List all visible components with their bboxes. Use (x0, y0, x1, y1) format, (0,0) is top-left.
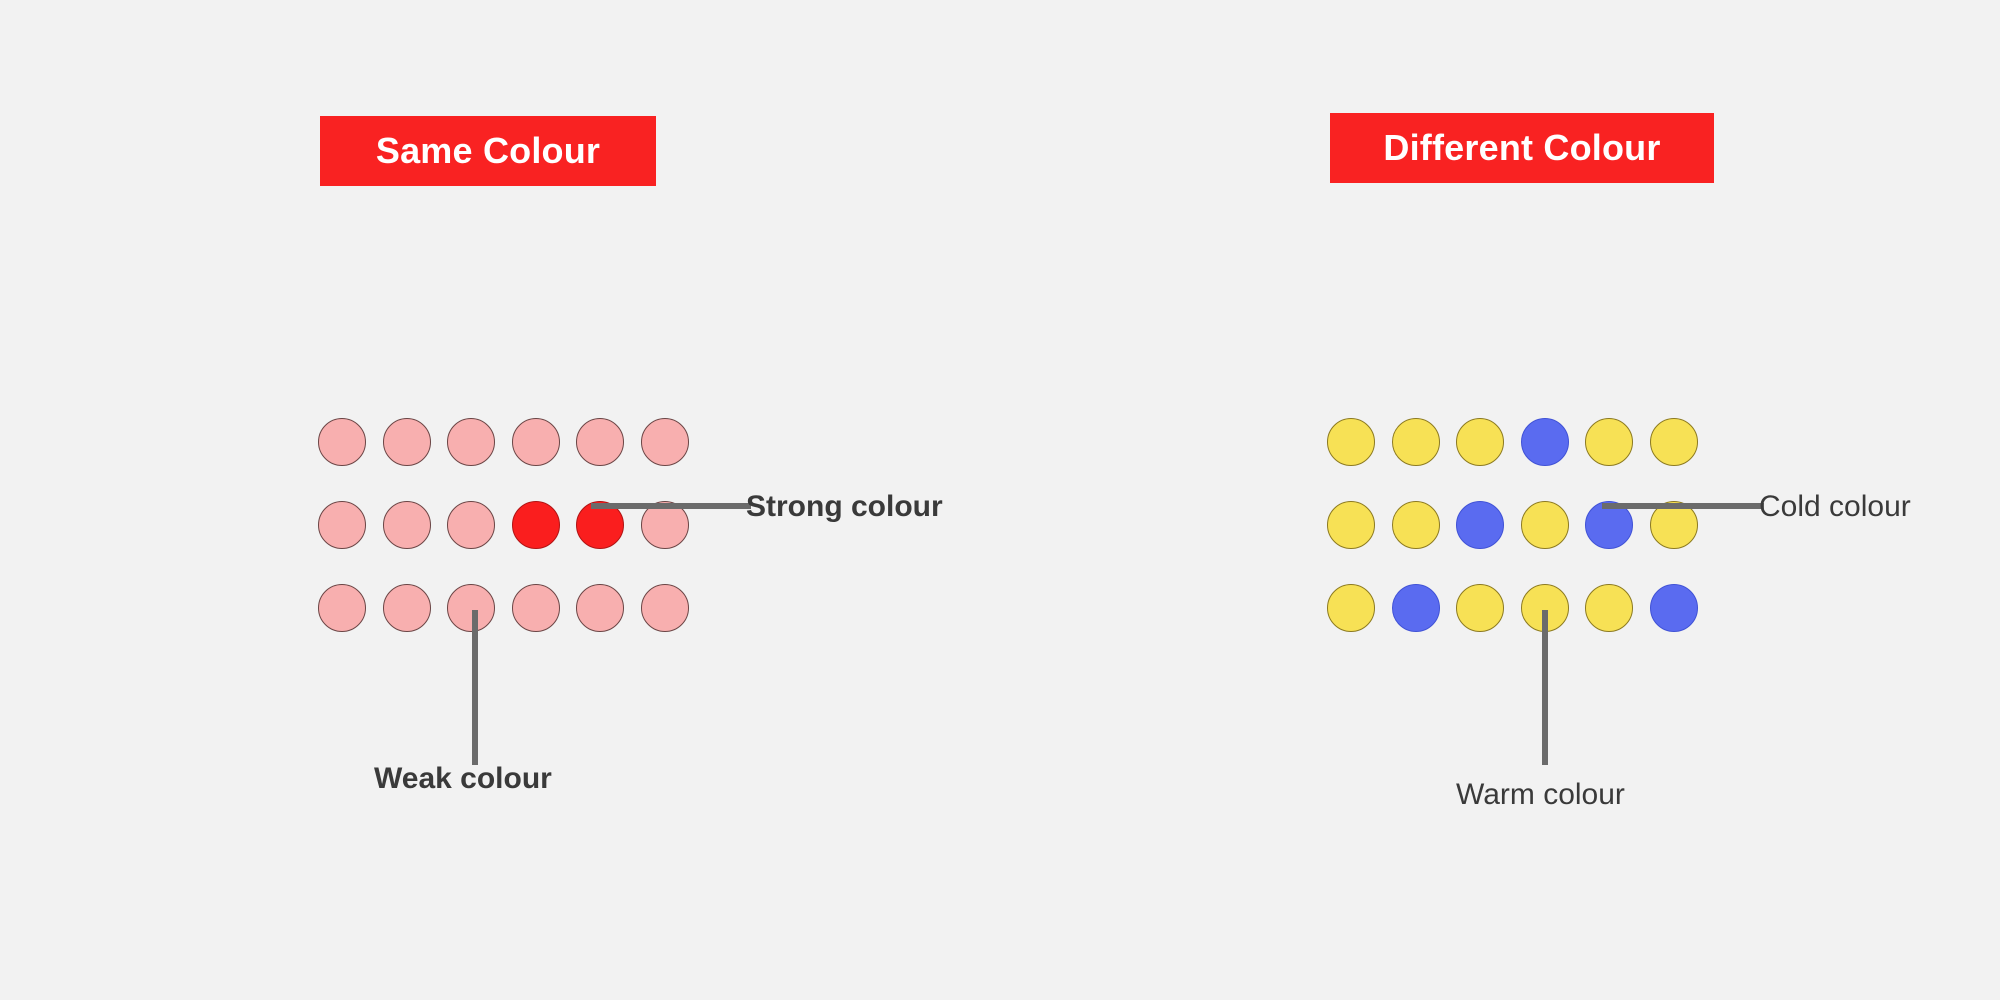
dot-weak-r1-c4 (511, 418, 560, 466)
dot-weak-r3-c1 (318, 584, 366, 632)
label-strong-colour: Strong colour (746, 490, 943, 523)
dot-cold-r3-c6 (1649, 584, 1698, 632)
leader-line-cold-colour (1602, 503, 1764, 509)
dot-warm-r1-c6 (1649, 418, 1698, 466)
label-cold-colour: Cold colour (1759, 490, 1911, 523)
dot-cell (1585, 501, 1650, 584)
dot-cell (382, 584, 448, 667)
dot-weak-r1-c6 (640, 418, 689, 466)
dot-cell (1649, 584, 1715, 667)
dot-weak-r2-c2 (382, 501, 431, 549)
dot-cell (576, 584, 641, 667)
diagram-canvas: Same Colour Strong colour Weak colour Di… (0, 0, 2000, 1000)
dot-cell (511, 501, 577, 584)
dot-cell (1327, 584, 1392, 667)
dot-weak-r1-c3 (447, 418, 495, 466)
dot-cell (511, 584, 577, 667)
dot-warm-r3-c5 (1585, 584, 1633, 632)
dot-cell (576, 418, 641, 501)
dot-warm-r1-c5 (1585, 418, 1633, 466)
dot-cold-r3-c2 (1391, 584, 1440, 632)
dot-cell (1456, 501, 1521, 584)
panel-same-colour: Same Colour Strong colour Weak colour (0, 0, 1000, 1000)
dot-warm-r2-c1 (1327, 501, 1375, 549)
dot-cell (640, 584, 706, 667)
dot-warm-r2-c2 (1391, 501, 1440, 549)
label-warm-colour: Warm colour (1456, 778, 1625, 811)
dot-cell (1520, 418, 1586, 501)
dot-warm-r2-c4 (1520, 501, 1569, 549)
dot-cell (1391, 584, 1457, 667)
dot-cell (1391, 418, 1457, 501)
dot-cell (447, 584, 512, 667)
dot-cell (511, 418, 577, 501)
leader-line-strong-colour (591, 503, 751, 509)
dot-cell (1327, 418, 1392, 501)
dot-cell (382, 418, 448, 501)
heading-same-colour: Same Colour (320, 116, 656, 186)
label-weak-colour: Weak colour (374, 762, 552, 795)
dot-cell (318, 418, 383, 501)
dot-cell (640, 418, 706, 501)
dot-cell (1649, 501, 1715, 584)
dot-cell (1391, 501, 1457, 584)
dot-cell (1520, 501, 1586, 584)
dot-cell (1327, 501, 1392, 584)
dot-grid-same-colour (318, 418, 705, 667)
dot-cold-r2-c3 (1456, 501, 1504, 549)
dot-weak-r2-c1 (318, 501, 366, 549)
dot-grid-different-colour (1327, 418, 1714, 667)
dot-weak-r3-c4 (511, 584, 560, 632)
dot-warm-r1-c3 (1456, 418, 1504, 466)
dot-cell (1456, 584, 1521, 667)
dot-cell (1585, 584, 1650, 667)
dot-strong-r2-c4 (511, 501, 560, 549)
heading-different-colour: Different Colour (1330, 113, 1714, 183)
dot-cell (576, 501, 641, 584)
dot-weak-r1-c5 (576, 418, 624, 466)
dot-weak-r3-c2 (382, 584, 431, 632)
dot-cell (1520, 584, 1586, 667)
dot-cell (1585, 418, 1650, 501)
dot-warm-r3-c3 (1456, 584, 1504, 632)
dot-warm-r1-c1 (1327, 418, 1375, 466)
dot-cell (447, 418, 512, 501)
dot-cell (1456, 418, 1521, 501)
dot-cell (447, 501, 512, 584)
dot-weak-r3-c3 (447, 584, 495, 632)
dot-warm-r1-c2 (1391, 418, 1440, 466)
dot-cell (318, 501, 383, 584)
leader-line-warm-colour (1542, 610, 1548, 765)
dot-cell (640, 501, 706, 584)
leader-line-weak-colour (472, 610, 478, 765)
dot-cell (382, 501, 448, 584)
dot-weak-r1-c1 (318, 418, 366, 466)
dot-weak-r2-c3 (447, 501, 495, 549)
dot-weak-r3-c5 (576, 584, 624, 632)
dot-cold-r1-c4 (1520, 418, 1569, 466)
dot-warm-r3-c1 (1327, 584, 1375, 632)
dot-cell (1649, 418, 1715, 501)
dot-weak-r3-c6 (640, 584, 689, 632)
dot-cell (318, 584, 383, 667)
dot-weak-r1-c2 (382, 418, 431, 466)
